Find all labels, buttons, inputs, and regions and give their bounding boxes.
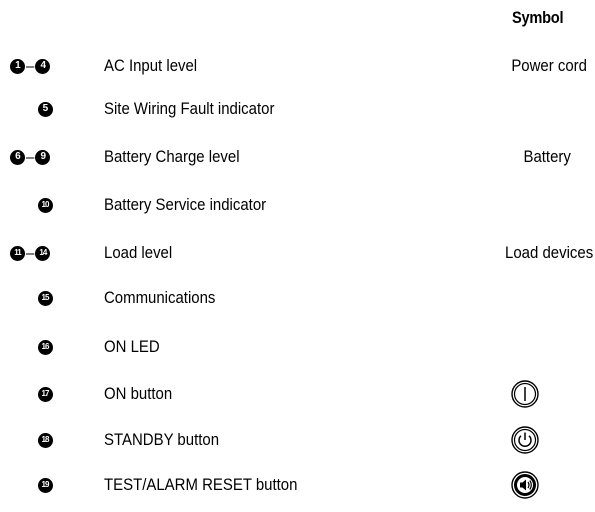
item-number-badge: 11 <box>10 245 25 261</box>
row-label: ON button <box>104 384 173 403</box>
item-number: 10 <box>0 188 90 222</box>
row-label: ON LED <box>104 337 160 356</box>
item-number-badge: 19 <box>37 477 53 493</box>
item-number-badge: 5 <box>37 101 53 117</box>
table-row: 17 ON button <box>0 377 595 411</box>
item-number-range: 11–14 <box>0 236 100 270</box>
standby-icon <box>511 426 539 454</box>
item-number-badge: 9 <box>35 149 51 165</box>
item-number-badge: 1 <box>10 58 25 74</box>
item-number-badge: 18 <box>37 432 53 448</box>
item-number: 5 <box>0 92 90 126</box>
item-number: 17 <box>0 377 90 411</box>
item-number-badge: 4 <box>35 58 51 74</box>
symbol-column-heading: Symbol <box>512 8 564 27</box>
table-row: 1–4 AC Input level Power cord <box>0 49 595 83</box>
item-number-badge: 10 <box>37 197 53 213</box>
item-number-range: 1–4 <box>0 49 100 83</box>
item-number-range: 6–9 <box>0 140 100 174</box>
item-number-badge: 15 <box>37 290 53 306</box>
table-row: 6–9 Battery Charge level Battery <box>0 140 595 174</box>
item-number: 16 <box>0 330 90 364</box>
row-label: Battery Charge level <box>104 147 240 166</box>
row-label: Load level <box>104 243 173 262</box>
table-row: 5 Site Wiring Fault indicator <box>0 92 595 126</box>
item-number: 18 <box>0 423 90 457</box>
table-row: 11–14 Load level Load devices <box>0 236 595 270</box>
row-label: Communications <box>104 288 216 307</box>
item-number-badge: 17 <box>37 386 53 402</box>
table-row: 10 Battery Service indicator <box>0 188 595 222</box>
item-number-badge: 16 <box>37 339 53 355</box>
row-label: STANDBY button <box>104 430 220 449</box>
row-label: AC Input level <box>104 56 198 75</box>
power-on-icon <box>511 380 539 408</box>
test-alarm-reset-icon <box>511 471 539 499</box>
table-header: Symbol <box>0 6 595 30</box>
table-row: 19 TEST/ALARM RESET button <box>0 468 595 502</box>
table-row: 15 Communications <box>0 281 595 315</box>
row-label: Battery Service indicator <box>104 195 267 214</box>
row-label: Site Wiring Fault indicator <box>104 99 275 118</box>
symbol-text: Load devices <box>504 243 593 262</box>
symbol-text: Power cord <box>511 56 587 75</box>
item-number: 15 <box>0 281 90 315</box>
symbol-text: Battery <box>523 147 571 166</box>
item-number: 19 <box>0 468 90 502</box>
row-label: TEST/ALARM RESET button <box>104 475 298 494</box>
item-number-badge: 14 <box>35 245 51 261</box>
table-row: 16 ON LED <box>0 330 595 364</box>
table-row: 18 STANDBY button <box>0 423 595 457</box>
item-number-badge: 6 <box>10 149 25 165</box>
